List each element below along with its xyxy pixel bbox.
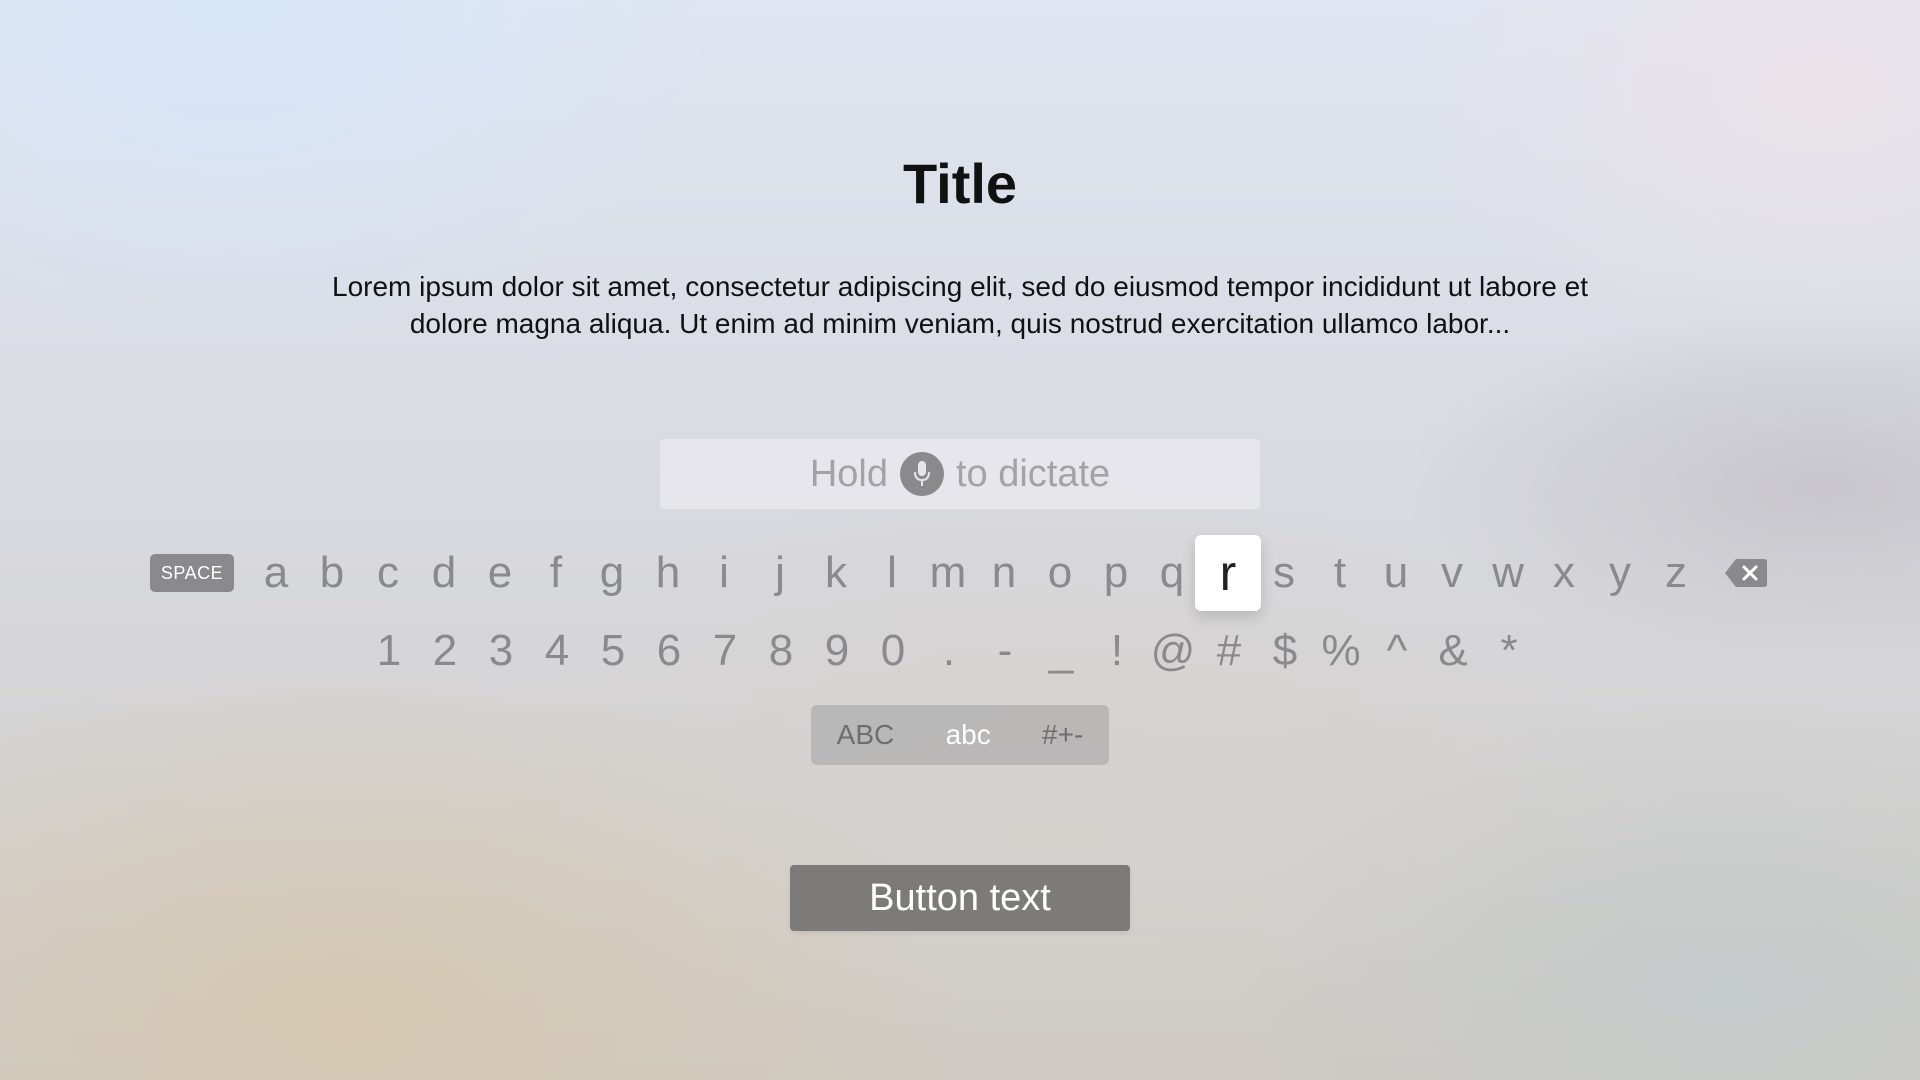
body-text: Lorem ipsum dolor sit amet, consectetur … [332,271,1588,339]
key-a[interactable]: a [248,535,304,611]
key-symbol-13[interactable]: ! [1089,613,1145,689]
key-symbol-8[interactable]: 9 [809,613,865,689]
key-j[interactable]: j [752,535,808,611]
key-h[interactable]: h [640,535,696,611]
key-symbol-19[interactable]: & [1425,613,1481,689]
key-u[interactable]: u [1368,535,1424,611]
backspace-icon[interactable] [1718,535,1774,611]
mode-option-0[interactable]: ABC [823,719,909,751]
key-symbol-6[interactable]: 7 [697,613,753,689]
key-r[interactable]: r [1195,535,1261,611]
key-symbol-0[interactable]: 1 [361,613,417,689]
key-symbol-16[interactable]: $ [1257,613,1313,689]
key-x[interactable]: x [1536,535,1592,611]
key-t[interactable]: t [1312,535,1368,611]
key-n[interactable]: n [976,535,1032,611]
key-y[interactable]: y [1592,535,1648,611]
key-symbol-9[interactable]: 0 [865,613,921,689]
key-symbol-12[interactable]: _ [1033,613,1089,689]
key-symbol-10[interactable]: . [921,613,977,689]
dictate-suffix: to dictate [955,452,1111,495]
mode-option-1[interactable]: abc [932,719,1005,751]
dictation-field[interactable]: Hold to dictate [660,439,1260,509]
key-o[interactable]: o [1032,535,1088,611]
key-symbol-5[interactable]: 6 [641,613,697,689]
key-p[interactable]: p [1088,535,1144,611]
space-key[interactable]: SPACE [150,554,234,592]
key-symbol-4[interactable]: 5 [585,613,641,689]
key-symbol-7[interactable]: 8 [753,613,809,689]
page-title: Title [902,152,1018,215]
primary-button[interactable]: Button text [790,865,1130,931]
key-k[interactable]: k [808,535,864,611]
key-v[interactable]: v [1424,535,1480,611]
key-symbol-11[interactable]: - [977,613,1033,689]
key-symbol-18[interactable]: ^ [1369,613,1425,689]
key-q[interactable]: q [1144,535,1200,611]
key-e[interactable]: e [472,535,528,611]
dictate-prefix: Hold [809,452,888,495]
microphone-icon [899,452,944,496]
mode-option-2[interactable]: #+- [1028,719,1097,751]
key-s[interactable]: s [1256,535,1312,611]
key-i[interactable]: i [696,535,752,611]
key-symbol-14[interactable]: @ [1145,613,1201,689]
key-l[interactable]: l [864,535,920,611]
key-symbol-1[interactable]: 2 [417,613,473,689]
key-b[interactable]: b [304,535,360,611]
keyboard-letter-row: SPACE abcdefghijklmnopqrstuvwxyz [150,535,1774,611]
key-symbol-15[interactable]: # [1201,613,1257,689]
key-symbol-20[interactable]: * [1481,613,1537,689]
key-symbol-17[interactable]: % [1313,613,1369,689]
key-symbol-2[interactable]: 3 [473,613,529,689]
key-z[interactable]: z [1648,535,1704,611]
keyboard-symbol-row: 1 2 3 4 5 6 7 8 9 0. - _! @ # $% ^ & * [361,613,1537,689]
key-w[interactable]: w [1480,535,1536,611]
key-d[interactable]: d [416,535,472,611]
key-symbol-3[interactable]: 4 [529,613,585,689]
key-m[interactable]: m [920,535,976,611]
key-c[interactable]: c [360,535,416,611]
keyboard-mode-switch: ABC abc #+- [811,705,1109,765]
key-f[interactable]: f [528,535,584,611]
key-g[interactable]: g [584,535,640,611]
